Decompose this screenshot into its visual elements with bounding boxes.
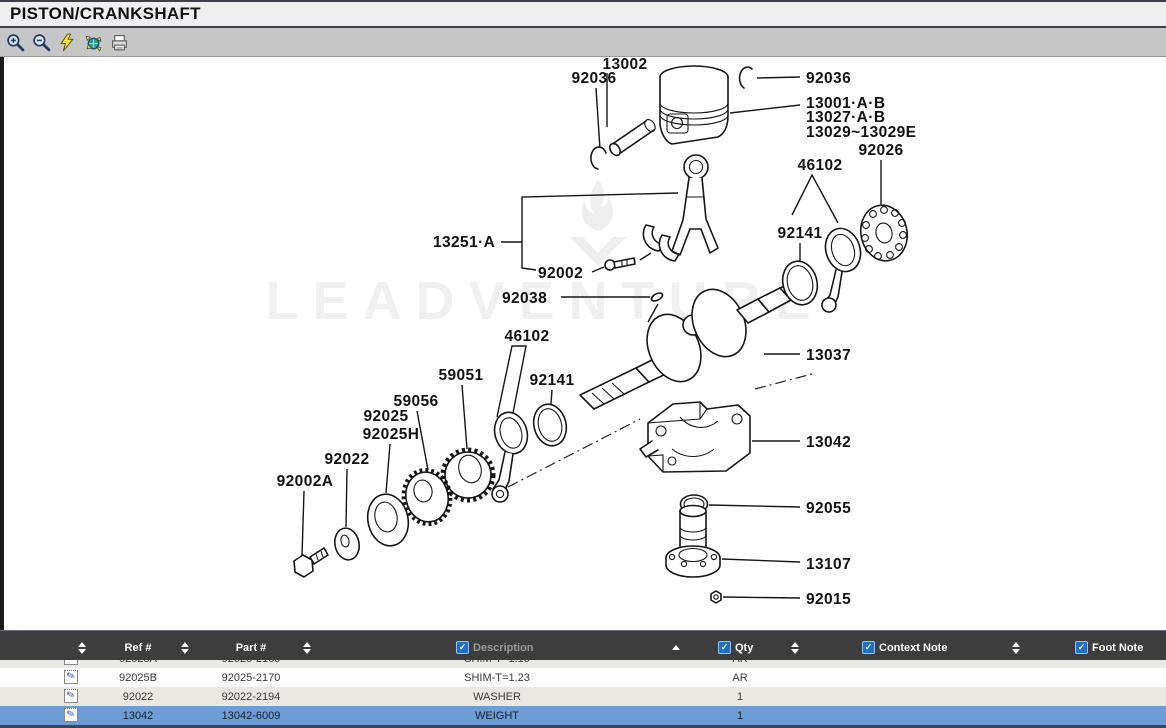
foot-note-checkbox[interactable] [1075,641,1088,654]
flange-bolt-drawing [294,548,328,577]
label-92002[interactable]: 92002 [538,265,583,282]
cell-part: 92022-2194 [191,687,311,706]
ring-left-drawing [529,401,570,449]
row-note-icon[interactable] [64,660,78,665]
label-92025[interactable]: 92025 [363,408,408,425]
print-icon[interactable] [109,32,129,52]
label-59051[interactable]: 59051 [438,367,483,384]
qty-checkbox[interactable] [718,641,731,654]
cell-part: 13042-6009 [191,706,311,725]
context-note-checkbox[interactable] [862,641,875,654]
table-row[interactable]: 92025B 92025-2170 SHIM-T=1.23 AR [0,668,1166,687]
column-header-ref[interactable]: Ref # [98,635,178,660]
column-header-part[interactable]: Part # [211,635,291,660]
cell-context-note [820,660,1000,668]
label-13042[interactable]: 13042 [806,434,851,451]
row-note-icon[interactable] [64,708,78,722]
connecting-rod-drawing [672,155,718,255]
cell-part: 92025-2170 [191,668,311,687]
cell-ref: 92025B [98,668,178,687]
label-92026[interactable]: 92026 [858,142,903,159]
rod-left-drawing [490,408,532,502]
row-note-icon[interactable] [64,689,78,703]
table-row[interactable]: 92022 92022-2194 WASHER 1 [0,687,1166,706]
cell-ref: 92025A [98,660,178,668]
cell-qty: AR [700,660,780,668]
label-92141-left[interactable]: 92141 [529,372,574,389]
cell-qty: 1 [700,706,780,725]
washer-drawing [332,526,362,562]
label-92141-right[interactable]: 92141 [777,225,822,242]
cell-ref: 13042 [98,706,178,725]
label-13251[interactable]: 13251·A [433,234,495,251]
label-92015[interactable]: 92015 [806,591,851,608]
sort-control-qty[interactable] [783,635,807,660]
label-46102-right[interactable]: 46102 [797,157,842,174]
cell-context-note [820,687,1000,706]
column-header-description[interactable]: Description [456,635,576,660]
cell-ref: 92022 [98,687,178,706]
label-92022[interactable]: 92022 [324,451,369,468]
exploded-diagram-svg: LEADVENTURE [0,57,1166,630]
cell-qty: AR [700,668,780,687]
table-body: 92025A 92025-2160 SHIM-T=1.10 AR 92025B … [0,660,1166,725]
cell-foot-note [1025,706,1166,725]
label-92025H[interactable]: 92025H [363,426,420,443]
hub-drawing [666,506,720,578]
title-bar: PISTON/CRANKSHAFT [0,0,1166,28]
description-checkbox[interactable] [456,641,469,654]
rod-right-drawing [820,224,866,312]
label-13037[interactable]: 13037 [806,347,851,364]
table-row[interactable]: 92025A 92025-2160 SHIM-T=1.10 AR [0,660,1166,668]
cell-context-note [820,706,1000,725]
table-header: Ref # Part # Description Qty Context Not… [0,635,1166,660]
cell-context-note [820,668,1000,687]
column-header-foot-note[interactable]: Foot Note [1075,635,1165,660]
cell-foot-note [1025,660,1166,668]
rod-bolt-drawing [605,258,635,270]
cell-description: WEIGHT [330,706,664,725]
piston-drawing [660,66,728,144]
sort-control-part[interactable] [295,635,319,660]
label-13029[interactable]: 13029~13029E [806,124,916,141]
column-header-context-note[interactable]: Context Note [862,635,982,660]
cell-description: WASHER [330,687,664,706]
sort-asc-description[interactable] [666,635,686,660]
label-92055[interactable]: 92055 [806,500,851,517]
sort-control-icon-col[interactable] [70,635,94,660]
perforated-disc-drawing [856,201,913,265]
sort-control-ref[interactable] [173,635,197,660]
bearing-shells-drawing [643,225,679,261]
weight-block-drawing [640,402,750,472]
cell-description: SHIM-T=1.10 [330,660,664,668]
row-note-icon[interactable] [64,670,78,684]
cell-qty: 1 [700,687,780,706]
label-46102-left[interactable]: 46102 [504,328,549,345]
parts-diagram: LEADVENTURE [0,57,1166,630]
zoom-in-icon[interactable] [5,32,25,52]
cell-part: 92025-2160 [191,660,311,668]
label-92002A[interactable]: 92002A [277,473,334,490]
label-92036-right[interactable]: 92036 [806,70,851,87]
zoom-out-icon[interactable] [31,32,51,52]
label-13107[interactable]: 13107 [806,556,851,573]
diagram-left-border [0,57,4,630]
page-title: PISTON/CRANKSHAFT [0,4,201,24]
table-row-selected[interactable]: 13042 13042-6009 WEIGHT 1 [0,706,1166,725]
parts-table-panel: Ref # Part # Description Qty Context Not… [0,630,1166,728]
hotspot-icon[interactable] [83,32,103,52]
label-92038[interactable]: 92038 [502,290,547,307]
toolbar [0,28,1166,57]
cell-description: SHIM-T=1.23 [330,668,664,687]
label-92036-left[interactable]: 92036 [571,70,616,87]
cell-foot-note [1025,668,1166,687]
cell-foot-note [1025,687,1166,706]
nut-drawing [711,591,721,603]
column-header-qty[interactable]: Qty [718,635,778,660]
lightning-icon[interactable] [57,32,77,52]
sort-control-context[interactable] [1004,635,1028,660]
